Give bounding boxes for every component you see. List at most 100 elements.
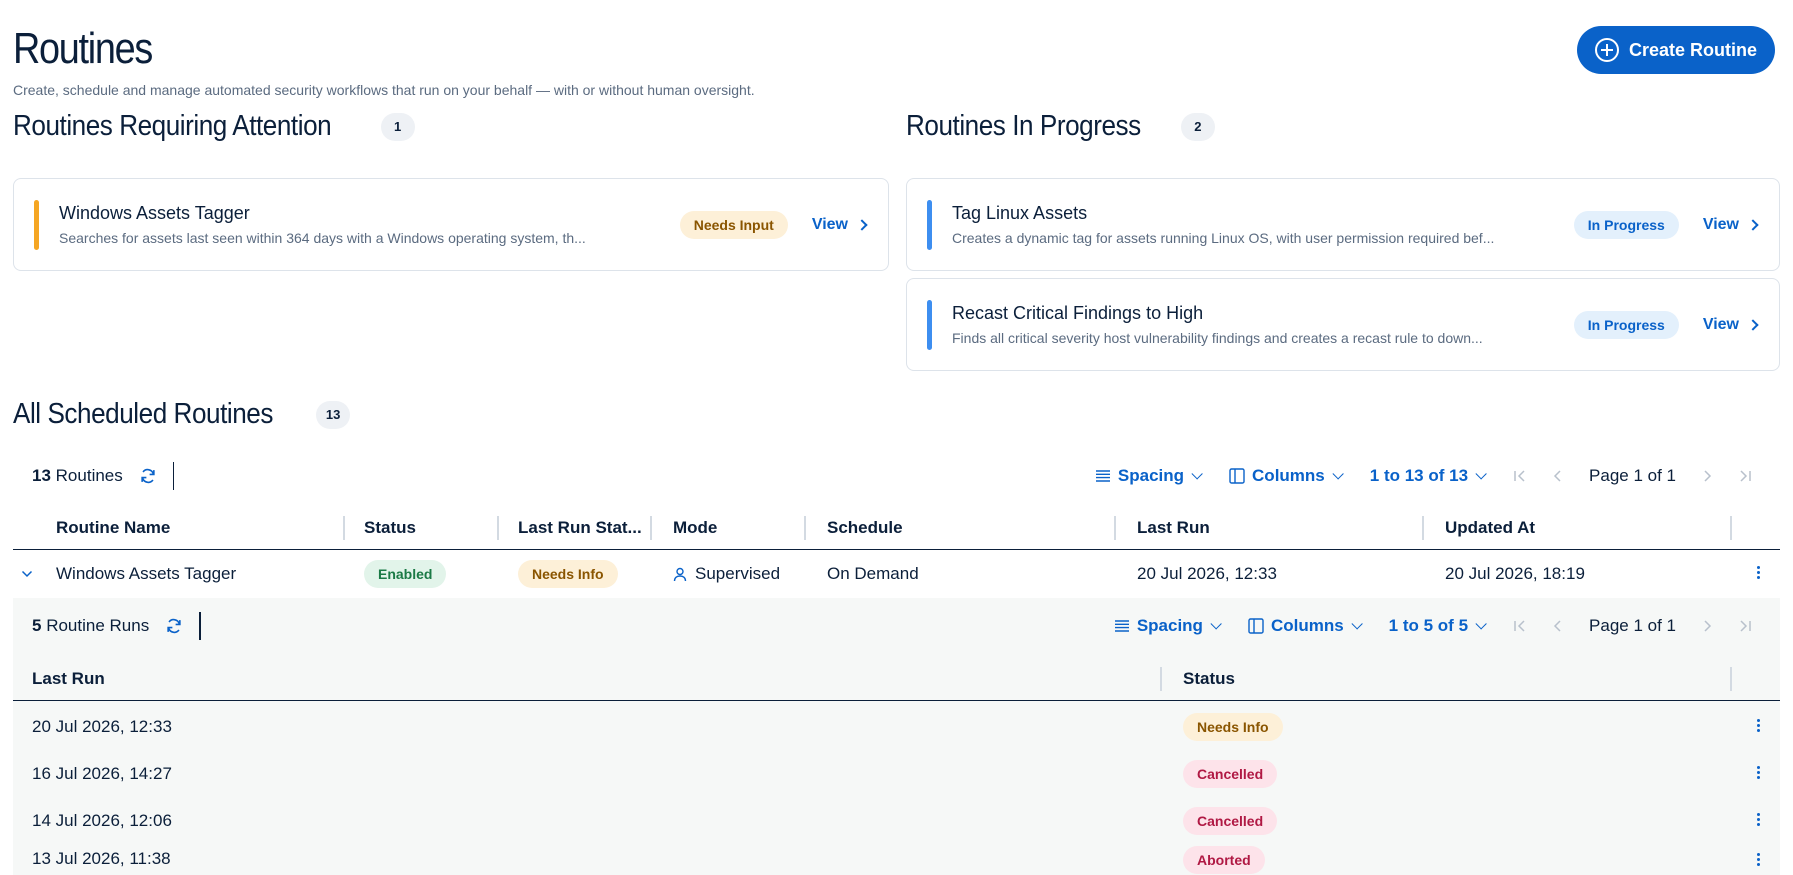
- range-label: 1 to 5 of 5: [1388, 616, 1469, 635]
- toolbar-divider: [199, 612, 201, 640]
- view-link[interactable]: View: [1703, 316, 1759, 334]
- view-link-label: View: [811, 215, 848, 233]
- page-size-dropdown[interactable]: 1 to 5 of 5: [1388, 616, 1487, 636]
- run-status-cell: Needs Info: [1183, 703, 1283, 750]
- status-badge: Cancelled: [1183, 806, 1278, 835]
- card-title: Recast Critical Findings to High: [952, 303, 1204, 323]
- last-page-icon[interactable]: [1738, 619, 1752, 633]
- column-resize-handle[interactable]: [1730, 516, 1732, 540]
- columns-icon: [1229, 468, 1245, 484]
- previous-page-icon[interactable]: [1551, 619, 1565, 633]
- table-row[interactable]: 20 Jul 2026, 12:33 Needs Info: [13, 703, 1780, 750]
- spacing-icon: [1114, 620, 1129, 632]
- first-page-icon[interactable]: [1513, 619, 1527, 633]
- card-accent-bar: [927, 299, 932, 350]
- card-title: Windows Assets Tagger: [59, 203, 250, 223]
- columns-label: Columns: [1270, 616, 1344, 635]
- view-link[interactable]: View: [811, 215, 868, 234]
- next-page-icon[interactable]: [1700, 619, 1714, 633]
- row-actions-kebab-icon[interactable]: [1757, 719, 1761, 732]
- chevron-down-icon: [1475, 468, 1487, 480]
- column-resize-handle[interactable]: [1730, 667, 1732, 691]
- chevron-right-icon: [1747, 218, 1759, 231]
- column-header-last-run[interactable]: Last Run: [1137, 505, 1210, 550]
- progress-card-tag-linux-assets[interactable]: Tag Linux Assets Creates a dynamic tag f…: [906, 178, 1780, 271]
- row-actions-kebab-icon[interactable]: [1757, 853, 1761, 866]
- chevron-down-icon[interactable]: [21, 569, 33, 579]
- status-badge: Cancelled: [1183, 759, 1278, 788]
- previous-page-icon[interactable]: [1551, 469, 1565, 483]
- columns-button[interactable]: Columns: [1248, 616, 1363, 636]
- status-badge: Enabled: [364, 560, 447, 588]
- create-routine-label: Create Routine: [1628, 39, 1758, 60]
- progress-card-recast-critical-findings[interactable]: Recast Critical Findings to High Finds a…: [906, 278, 1780, 371]
- first-page-icon[interactable]: [1513, 469, 1527, 483]
- updated-at-cell: 20 Jul 2026, 18:19: [1445, 564, 1585, 583]
- card-title: Tag Linux Assets: [952, 203, 1088, 223]
- spacing-label: Spacing: [1117, 466, 1185, 485]
- toolbar-divider: [172, 462, 175, 490]
- column-resize-handle[interactable]: [1114, 516, 1116, 540]
- columns-button[interactable]: Columns: [1229, 466, 1344, 486]
- run-status-cell: Aborted: [1183, 846, 1265, 875]
- next-page-icon[interactable]: [1700, 469, 1714, 483]
- page-indicator: Page 1 of 1: [1589, 466, 1676, 485]
- spacing-button[interactable]: Spacing: [1114, 616, 1222, 636]
- table-row[interactable]: 16 Jul 2026, 14:27 Cancelled: [13, 750, 1780, 797]
- last-run-status-cell: Needs Info: [518, 550, 618, 598]
- spacing-label: Spacing: [1136, 616, 1203, 635]
- column-header-status[interactable]: Status: [364, 505, 416, 550]
- run-last-run-cell: 13 Jul 2026, 11:38: [32, 849, 171, 868]
- scheduled-heading: All Scheduled Routines 13: [13, 398, 351, 431]
- table-row[interactable]: 13 Jul 2026, 11:38 Aborted: [13, 844, 1780, 875]
- run-last-run-cell: 20 Jul 2026, 12:33: [32, 716, 172, 736]
- column-resize-handle[interactable]: [343, 516, 345, 540]
- in-progress-count-badge: 2: [1180, 112, 1215, 141]
- column-header-schedule[interactable]: Schedule: [827, 505, 903, 550]
- table-row[interactable]: Windows Assets Tagger Enabled Needs Info…: [13, 550, 1780, 598]
- row-actions-kebab-icon[interactable]: [1757, 566, 1761, 579]
- page-subtitle: Create, schedule and manage automated se…: [13, 82, 755, 98]
- routine-runs-table-header: Last Run Status: [13, 656, 1780, 701]
- column-header-status[interactable]: Status: [1183, 656, 1235, 701]
- last-page-icon[interactable]: [1738, 469, 1752, 483]
- page-title: Routines: [13, 24, 153, 73]
- column-header-last-run-status[interactable]: Last Run Stat...: [518, 505, 642, 550]
- row-actions-kebab-icon[interactable]: [1757, 813, 1761, 826]
- run-status-cell: Cancelled: [1183, 797, 1278, 844]
- chevron-right-icon: [1747, 318, 1759, 331]
- attention-heading: Routines Requiring Attention 1: [13, 110, 415, 143]
- column-header-mode[interactable]: Mode: [673, 505, 717, 550]
- column-resize-handle[interactable]: [804, 516, 806, 540]
- column-header-last-run[interactable]: Last Run: [32, 656, 105, 701]
- page-indicator: Page 1 of 1: [1589, 616, 1676, 635]
- scheduled-title: All Scheduled Routines: [13, 398, 273, 430]
- status-badge: In Progress: [1573, 310, 1679, 339]
- scheduled-count-badge: 13: [315, 400, 351, 429]
- column-resize-handle[interactable]: [1160, 667, 1162, 691]
- mode-cell: Supervised: [673, 550, 780, 598]
- column-resize-handle[interactable]: [497, 516, 499, 540]
- column-resize-handle[interactable]: [1422, 516, 1424, 540]
- run-status-cell: Cancelled: [1183, 750, 1278, 797]
- refresh-icon[interactable]: [165, 617, 183, 635]
- status-badge: Needs Info: [518, 560, 618, 588]
- page-size-dropdown[interactable]: 1 to 13 of 13: [1369, 466, 1487, 486]
- create-routine-button[interactable]: Create Routine: [1577, 26, 1775, 74]
- refresh-icon[interactable]: [139, 467, 157, 485]
- attention-card-windows-assets-tagger[interactable]: Windows Assets Tagger Searches for asset…: [13, 178, 889, 271]
- column-header-routine-name[interactable]: Routine Name: [56, 505, 170, 550]
- card-description: Creates a dynamic tag for assets running…: [952, 230, 1495, 246]
- view-link[interactable]: View: [1703, 216, 1759, 234]
- table-row[interactable]: 14 Jul 2026, 12:06 Cancelled: [13, 797, 1780, 844]
- status-badge: In Progress: [1573, 210, 1679, 239]
- column-header-updated-at[interactable]: Updated At: [1445, 505, 1535, 550]
- spacing-button[interactable]: Spacing: [1095, 466, 1203, 486]
- row-actions-kebab-icon[interactable]: [1757, 766, 1761, 779]
- chevron-down-icon: [1210, 618, 1222, 630]
- routine-name[interactable]: Windows Assets Tagger: [56, 550, 236, 598]
- range-label: 1 to 13 of 13: [1369, 466, 1469, 485]
- column-resize-handle[interactable]: [650, 516, 652, 540]
- in-progress-title: Routines In Progress: [906, 110, 1141, 142]
- pagination: Page 1 of 1: [1513, 466, 1752, 486]
